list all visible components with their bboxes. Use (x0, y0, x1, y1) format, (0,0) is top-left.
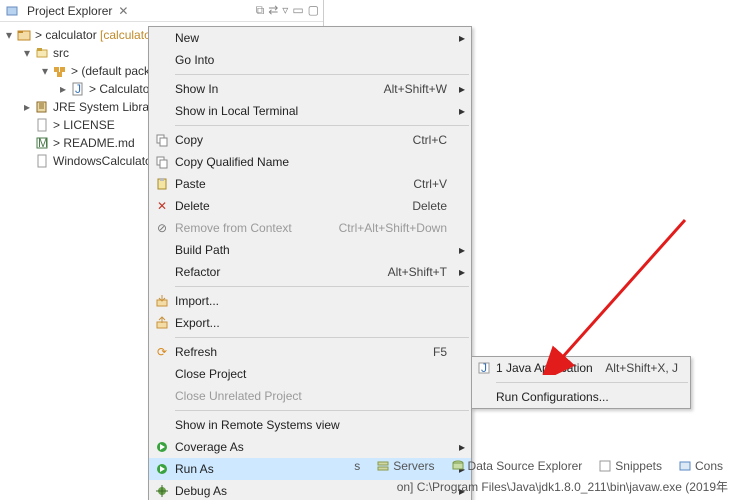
copy-icon (149, 133, 175, 147)
close-icon[interactable]: ✕ (118, 4, 128, 18)
view-menu-icon[interactable]: ▿ (282, 3, 288, 18)
submenu-arrow-icon: ▸ (453, 104, 465, 118)
copy-qualified-icon (149, 155, 175, 169)
annotation-arrow-icon (475, 215, 705, 375)
link-editor-icon[interactable]: ⇄ (268, 3, 278, 18)
context-menu: New▸ Go Into Show InAlt+Shift+W▸ Show in… (148, 26, 472, 500)
delete-icon: ✕ (149, 199, 175, 213)
submenu-arrow-icon: ▸ (453, 265, 465, 279)
run-icon (149, 462, 175, 476)
console-icon (678, 459, 692, 473)
project-explorer-title: Project Explorer (27, 4, 112, 18)
menu-item-remove-context: ⊘Remove from ContextCtrl+Alt+Shift+Down (149, 217, 471, 239)
export-icon (149, 316, 175, 330)
menu-item-new[interactable]: New▸ (149, 27, 471, 49)
servers-icon (376, 459, 390, 473)
menu-item-close-project[interactable]: Close Project (149, 363, 471, 385)
header-toolbar: ⧉ ⇄ ▿ ▭ ▢ (256, 3, 319, 18)
menu-separator (175, 410, 469, 411)
twisty-icon[interactable] (56, 82, 70, 96)
menu-item-refactor[interactable]: RefactorAlt+Shift+T▸ (149, 261, 471, 283)
project-explorer-header: Project Explorer ✕ ⧉ ⇄ ▿ ▭ ▢ (0, 0, 323, 22)
menu-item-show-remote[interactable]: Show in Remote Systems view (149, 414, 471, 436)
src-folder-icon (34, 45, 50, 61)
tab-data-source-explorer[interactable]: Data Source Explorer (446, 456, 588, 476)
menu-item-show-local-terminal[interactable]: Show in Local Terminal▸ (149, 100, 471, 122)
submenu-arrow-icon: ▸ (453, 31, 465, 45)
submenu-item-run-configurations[interactable]: Run Configurations... (472, 386, 690, 408)
file-icon (34, 153, 50, 169)
maximize-icon[interactable]: ▢ (308, 3, 319, 18)
menu-item-show-in[interactable]: Show InAlt+Shift+W▸ (149, 78, 471, 100)
svg-text:J: J (481, 361, 487, 375)
refresh-icon: ⟳ (149, 345, 175, 359)
menu-separator (175, 337, 469, 338)
package-label: > (default packa (71, 64, 157, 78)
debug-icon (149, 484, 175, 498)
submenu-arrow-icon: ▸ (453, 82, 465, 96)
project-explorer-icon (4, 3, 20, 19)
paste-icon (149, 177, 175, 191)
project-icon (16, 27, 32, 43)
menu-item-delete[interactable]: ✕DeleteDelete (149, 195, 471, 217)
twisty-icon[interactable] (20, 46, 34, 60)
menu-separator (496, 382, 688, 383)
menu-item-paste[interactable]: PasteCtrl+V (149, 173, 471, 195)
menu-item-export[interactable]: Export... (149, 312, 471, 334)
console-status-text: on] C:\Program Files\Java\jdk1.8.0_211\b… (397, 478, 728, 495)
svg-text:J: J (75, 82, 81, 96)
coverage-icon (149, 440, 175, 454)
menu-item-copy-qualified[interactable]: Copy Qualified Name (149, 151, 471, 173)
submenu-arrow-icon: ▸ (453, 243, 465, 257)
java-file-icon: J (70, 81, 86, 97)
svg-text:M: M (38, 136, 48, 150)
menu-separator (175, 74, 469, 75)
menu-item-close-unrelated: Close Unrelated Project (149, 385, 471, 407)
tab-servers[interactable]: Servers (371, 456, 439, 476)
collapse-all-icon[interactable]: ⧉ (256, 3, 265, 18)
menu-item-go-into[interactable]: Go Into (149, 49, 471, 71)
license-file-label: > LICENSE (53, 118, 115, 132)
menu-item-refresh[interactable]: ⟳RefreshF5 (149, 341, 471, 363)
menu-item-build-path[interactable]: Build Path▸ (149, 239, 471, 261)
tab-console[interactable]: Cons (673, 456, 728, 476)
jre-library-icon (34, 99, 50, 115)
menu-separator (175, 125, 469, 126)
menu-item-import[interactable]: Import... (149, 290, 471, 312)
menu-item-copy[interactable]: CopyCtrl+C (149, 129, 471, 151)
run-as-submenu: J 1 Java Application Alt+Shift+X, J Run … (471, 356, 691, 409)
menu-item-coverage-as[interactable]: Coverage As▸ (149, 436, 471, 458)
file-icon (34, 117, 50, 133)
import-icon (149, 294, 175, 308)
src-folder-label: src (53, 46, 69, 60)
java-app-icon: J (472, 361, 496, 375)
bottom-view-tabs: s Servers Data Source Explorer Snippets … (345, 456, 732, 476)
menu-separator (175, 286, 469, 287)
remove-context-icon: ⊘ (149, 221, 175, 235)
jre-library-label: JRE System Libra (53, 100, 149, 114)
snippets-icon (598, 459, 612, 473)
minimize-icon[interactable]: ▭ (292, 3, 303, 18)
markdown-icon: M (34, 135, 50, 151)
package-icon (52, 63, 68, 79)
readme-file-label: > README.md (53, 136, 135, 150)
submenu-arrow-icon: ▸ (453, 440, 465, 454)
tab-snippets[interactable]: Snippets (593, 456, 667, 476)
wincalc-file-label: WindowsCalculato (53, 154, 152, 168)
twisty-icon[interactable] (38, 64, 52, 78)
tab-unknown[interactable]: s (349, 456, 365, 476)
twisty-icon[interactable] (2, 28, 16, 42)
submenu-item-java-application[interactable]: J 1 Java Application Alt+Shift+X, J (472, 357, 690, 379)
twisty-icon[interactable] (20, 100, 34, 114)
database-icon (451, 459, 465, 473)
